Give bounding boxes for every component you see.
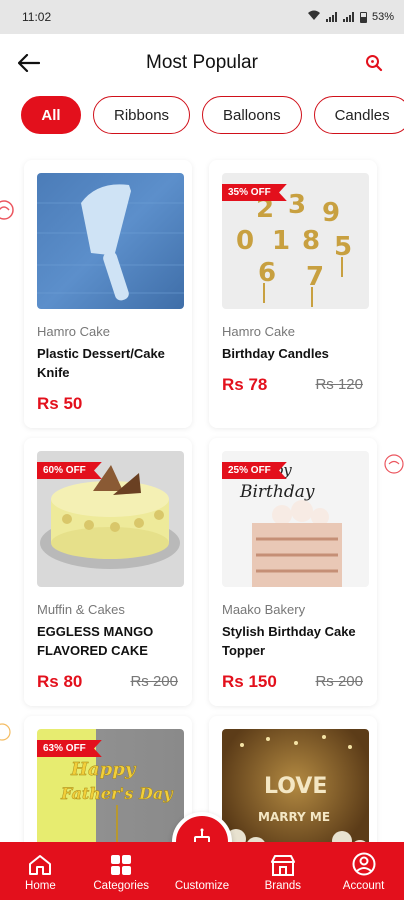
- product-old-price: Rs 200: [130, 673, 178, 690]
- chip-balloons[interactable]: Balloons: [202, 96, 302, 134]
- status-icons: 53%: [307, 10, 394, 24]
- chip-all[interactable]: All: [21, 96, 81, 134]
- product-price: Rs 150: [222, 672, 277, 691]
- nav-customize[interactable]: Customize: [162, 842, 243, 900]
- discount-badge: 63% OFF: [37, 740, 102, 757]
- svg-text:Birthday: Birthday: [239, 482, 315, 502]
- nav-home[interactable]: Home: [0, 842, 81, 900]
- svg-text:0: 0: [236, 226, 254, 256]
- battery-icon: [359, 11, 367, 23]
- svg-text:1: 1: [272, 226, 290, 256]
- chip-ribbons[interactable]: Ribbons: [93, 96, 191, 134]
- image-caption-line1: Happy: [70, 759, 137, 780]
- nav-categories-label: Categories: [93, 880, 149, 892]
- product-price: Rs 78: [222, 375, 268, 394]
- signal-icon-2: [342, 12, 355, 22]
- product-name: Stylish Birthday Cake Topper: [222, 624, 356, 658]
- svg-text:9: 9: [322, 198, 340, 228]
- product-card[interactable]: Hamro Cake Plastic Dessert/Cake Knife Rs…: [24, 160, 192, 428]
- nav-customize-label: Customize: [174, 880, 230, 892]
- product-name: EGGLESS MANGO FLAVORED CAKE: [37, 624, 154, 658]
- product-price: Rs 80: [37, 672, 83, 691]
- discount-badge: 25% OFF: [222, 462, 287, 479]
- svg-text:8: 8: [302, 226, 320, 256]
- image-caption-line2: MARRY ME: [258, 810, 330, 824]
- decorative-icon-right: [382, 452, 404, 481]
- product-image: 239 0185 67 ★ 35% OFF: [222, 173, 369, 309]
- product-old-price: Rs 200: [315, 673, 363, 690]
- svg-text:3: 3: [288, 190, 306, 220]
- discount-badge: 60% OFF: [37, 462, 102, 479]
- product-brand: Hamro Cake: [37, 324, 110, 339]
- filter-chips: All Ribbons Balloons Candles: [21, 96, 404, 136]
- search-icon: [366, 55, 383, 72]
- product-card[interactable]: LOVE MARRY ME: [209, 716, 377, 856]
- image-caption-line1: LOVE: [264, 774, 327, 799]
- product-image: LOVE MARRY ME: [222, 729, 369, 856]
- battery-percent: 53%: [371, 11, 394, 23]
- product-brand: Hamro Cake: [222, 324, 295, 339]
- image-caption-line2: Father's Day: [60, 784, 174, 803]
- store-icon: [270, 855, 295, 876]
- product-brand: Muffin & Cakes: [37, 602, 125, 617]
- product-card[interactable]: Happy Birthday 25% OFF Maako Bakery Styl…: [209, 438, 377, 706]
- product-image: [37, 173, 184, 309]
- header: Most Popular: [0, 34, 404, 92]
- nav-brands[interactable]: Brands: [242, 842, 323, 900]
- product-old-price: Rs 120: [315, 376, 363, 393]
- grid-icon: [111, 855, 132, 875]
- bottom-nav: Home Categories Customize Brands Account: [0, 842, 404, 900]
- svg-text:6: 6: [258, 258, 276, 288]
- nav-account[interactable]: Account: [323, 842, 404, 900]
- page-title: Most Popular: [146, 52, 258, 73]
- product-image: 60% OFF: [37, 451, 184, 587]
- chip-candles[interactable]: Candles: [313, 96, 404, 134]
- status-time: 11:02: [22, 10, 52, 24]
- home-icon: [29, 855, 52, 875]
- product-card[interactable]: Happy Father's Day 63% OFF: [24, 716, 192, 856]
- product-card[interactable]: 60% OFF Muffin & Cakes EGGLESS MANGO FLA…: [24, 438, 192, 706]
- nav-account-label: Account: [342, 880, 385, 892]
- arrow-left-icon: [18, 54, 40, 72]
- wifi-icon: [307, 10, 321, 24]
- decorative-icon-left-2: [0, 720, 16, 749]
- product-image: Happy Father's Day 63% OFF: [37, 729, 184, 856]
- discount-badge: 35% OFF: [222, 184, 287, 201]
- account-icon: [352, 852, 376, 876]
- product-price: Rs 50: [37, 394, 83, 413]
- product-name: Plastic Dessert/Cake Knife: [37, 346, 165, 380]
- nav-categories[interactable]: Categories: [81, 842, 162, 900]
- back-button[interactable]: [16, 50, 42, 76]
- decorative-icon-left: [0, 198, 18, 227]
- status-bar: 11:02 53%: [0, 0, 404, 34]
- nav-brands-label: Brands: [264, 880, 301, 892]
- svg-text:7: 7: [306, 262, 324, 292]
- nav-home-label: Home: [25, 880, 56, 892]
- search-button[interactable]: [362, 51, 386, 75]
- product-brand: Maako Bakery: [222, 602, 306, 617]
- svg-text:5: 5: [334, 232, 352, 262]
- product-card[interactable]: 239 0185 67 ★ 35% OFF Hamro Cake Birthda…: [209, 160, 377, 428]
- product-name: Birthday Candles: [222, 346, 329, 361]
- signal-icon: [325, 12, 338, 22]
- product-image: Happy Birthday 25% OFF: [222, 451, 369, 587]
